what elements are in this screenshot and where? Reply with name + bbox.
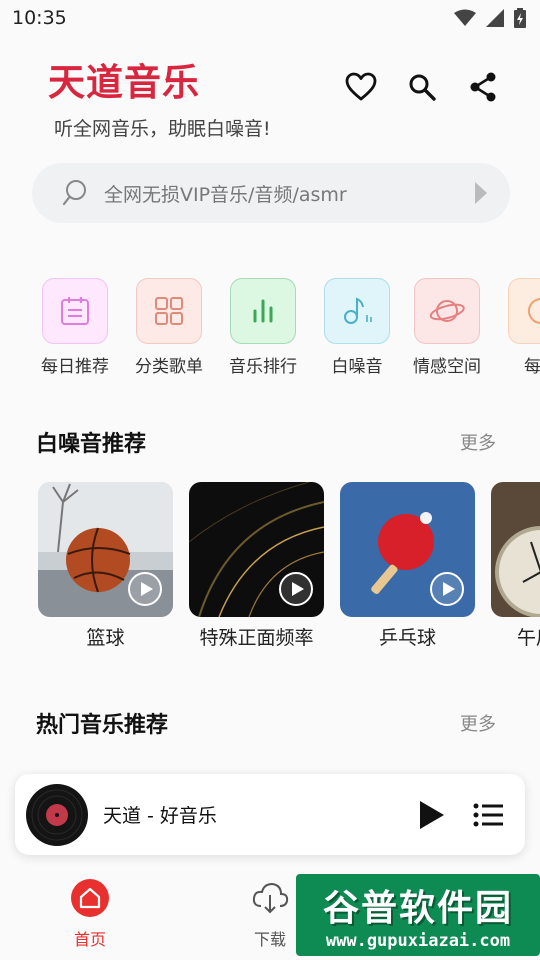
category-charts[interactable]: 音乐排行 — [221, 278, 305, 377]
status-time: 10:35 — [12, 7, 67, 29]
watermark-url: www.gupuxiazai.com — [325, 931, 511, 951]
playlist-icon — [473, 803, 503, 826]
category-icon-box — [508, 278, 540, 344]
wifi-icon — [454, 9, 476, 26]
category-icon-box — [42, 278, 108, 344]
cloud-download-icon — [252, 882, 289, 914]
site-watermark: 谷普软件园 www.gupuxiazai.com — [296, 874, 540, 956]
circle-icon — [528, 298, 540, 324]
favorite-button[interactable] — [344, 68, 378, 106]
play-circle-icon[interactable] — [429, 571, 465, 607]
app-title: 天道音乐 — [48, 61, 200, 104]
category-emotion-space[interactable]: 情感空间 — [405, 278, 489, 377]
share-button[interactable] — [466, 68, 500, 106]
share-icon — [470, 72, 496, 102]
alarm-clock-image — [491, 482, 540, 617]
grid-icon — [155, 297, 183, 325]
calendar-icon — [61, 297, 89, 325]
card-label: 特殊正面频率 — [199, 627, 314, 649]
category-label: 每日推荐 — [41, 357, 109, 377]
mini-player[interactable]: 天道 - 好音乐 — [15, 774, 525, 855]
music-note-icon — [344, 297, 372, 324]
category-daily-recommend[interactable]: 每日推荐 — [33, 278, 117, 377]
white-noise-card[interactable]: 午后 — [491, 482, 540, 650]
category-icon-box — [414, 278, 480, 344]
search-icon — [409, 74, 436, 101]
card-thumbnail — [38, 482, 173, 617]
search-input[interactable]: 全网无损VIP音乐/音频/asmr — [104, 180, 474, 207]
category-list: 每日推荐 分类歌单 音乐排行 白噪音 情感空间 每 — [0, 278, 540, 378]
planet-icon — [429, 300, 465, 322]
play-circle-icon[interactable] — [127, 571, 163, 607]
category-white-noise[interactable]: 白噪音 — [315, 278, 399, 377]
battery-icon — [514, 8, 526, 28]
play-icon — [420, 800, 444, 829]
category-daily[interactable]: 每日 — [499, 278, 540, 377]
search-button[interactable] — [405, 68, 439, 106]
nav-home[interactable]: 首页 — [45, 878, 135, 950]
play-circle-icon[interactable] — [278, 571, 314, 607]
category-label: 情感空间 — [413, 357, 481, 377]
card-label: 乒乓球 — [378, 627, 436, 649]
category-label: 分类歌单 — [135, 357, 203, 377]
hot-music-section-title: 热门音乐推荐 — [36, 713, 169, 738]
bar-chart-icon — [253, 299, 273, 323]
playlist-button[interactable] — [473, 803, 503, 827]
category-icon-box — [230, 278, 296, 344]
white-noise-card-list: 篮球 特殊正面频率 乒乓球 午 — [0, 482, 540, 652]
category-label: 白噪音 — [331, 357, 383, 377]
app-subtitle: 听全网音乐，助眠白噪音! — [54, 118, 271, 140]
white-noise-section-title: 白噪音推荐 — [36, 432, 147, 457]
card-label: 篮球 — [86, 627, 125, 649]
category-playlists[interactable]: 分类歌单 — [127, 278, 211, 377]
category-icon-box — [136, 278, 202, 344]
watermark-title: 谷普软件园 — [322, 888, 513, 929]
hot-music-more-link[interactable]: 更多 — [460, 710, 496, 736]
category-icon-box — [324, 278, 390, 344]
status-icons — [454, 8, 526, 28]
white-noise-card[interactable]: 篮球 — [38, 482, 173, 650]
nav-home-label: 首页 — [73, 930, 106, 949]
white-noise-card[interactable]: 乒乓球 — [340, 482, 475, 650]
search-bar[interactable]: 全网无损VIP音乐/音频/asmr — [32, 163, 510, 223]
home-icon — [71, 879, 109, 917]
play-button[interactable] — [419, 800, 445, 830]
white-noise-more-link[interactable]: 更多 — [460, 429, 496, 455]
search-icon — [62, 180, 86, 206]
top-actions — [344, 68, 500, 106]
heart-icon — [345, 72, 377, 101]
signal-icon — [486, 9, 504, 27]
track-title: 天道 - 好音乐 — [103, 805, 217, 827]
card-thumbnail — [491, 482, 540, 617]
card-thumbnail — [340, 482, 475, 617]
white-noise-card[interactable]: 特殊正面频率 — [189, 482, 324, 650]
category-label: 音乐排行 — [229, 357, 297, 377]
card-thumbnail — [189, 482, 324, 617]
play-arrow-icon[interactable] — [474, 181, 488, 205]
vinyl-record-icon — [26, 783, 88, 846]
status-bar: 10:35 — [0, 0, 540, 36]
card-label: 午后 — [517, 627, 540, 649]
category-label: 每日 — [524, 357, 540, 377]
